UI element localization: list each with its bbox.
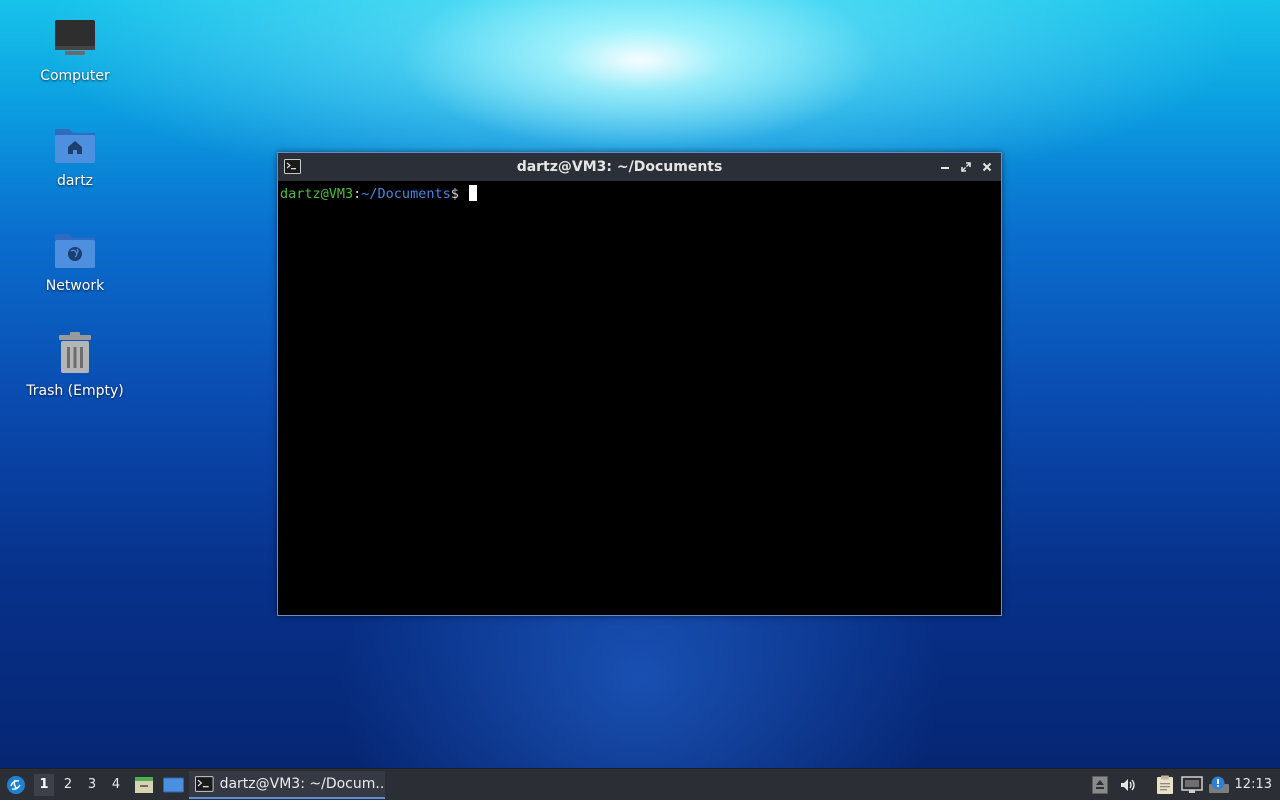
clipboard-button[interactable]	[1153, 769, 1177, 801]
trash-icon	[51, 331, 99, 379]
desktop-icon-label: dartz	[56, 173, 94, 189]
text-cursor	[468, 185, 477, 201]
workspace-3[interactable]: 3	[82, 774, 102, 796]
window-titlebar[interactable]: dartz@VM3: ~/Documents	[278, 153, 1001, 181]
desktop-icon-computer[interactable]: Computer	[20, 16, 130, 84]
desktop-icon-trash[interactable]: Trash (Empty)	[20, 331, 130, 399]
network-button[interactable]	[1180, 769, 1204, 801]
desktop: Computer dartz Network Trash (Empty) dar…	[0, 0, 1280, 768]
file-manager-icon	[135, 777, 153, 793]
eject-button[interactable]	[1089, 769, 1111, 801]
terminal-window[interactable]: dartz@VM3: ~/Documents dartz@VM3:~/Docum…	[277, 152, 1002, 616]
computer-icon	[51, 16, 99, 64]
desktop-icon-label: Network	[45, 278, 105, 294]
prompt-path: ~/Documents	[361, 186, 451, 202]
taskbar-task-terminal[interactable]: dartz@VM3: ~/Docum...	[189, 771, 385, 799]
taskbar: 1 2 3 4 dartz@VM3: ~/Docum... 12:13	[0, 768, 1280, 800]
show-desktop-icon	[162, 777, 184, 793]
volume-button[interactable]	[1116, 769, 1140, 801]
home-folder-icon	[51, 121, 99, 169]
close-button[interactable]	[979, 159, 995, 175]
eject-icon	[1092, 776, 1108, 794]
file-manager-launcher[interactable]	[133, 769, 155, 801]
minimize-button[interactable]	[937, 159, 953, 175]
workspace-4[interactable]: 4	[106, 774, 126, 796]
clock[interactable]: 12:13	[1235, 769, 1272, 801]
desktop-icon-label: Computer	[40, 68, 110, 84]
update-notifier-icon	[1209, 776, 1229, 793]
window-title: dartz@VM3: ~/Documents	[516, 159, 723, 175]
maximize-button[interactable]	[958, 159, 974, 175]
terminal-icon	[195, 776, 214, 792]
desktop-icon-label: Trash (Empty)	[26, 383, 124, 399]
workspace-1[interactable]: 1	[34, 774, 54, 796]
close-icon	[982, 162, 992, 172]
terminal-app-icon[interactable]	[284, 159, 301, 178]
network-status-icon	[1181, 776, 1203, 793]
start-menu-button[interactable]	[4, 769, 28, 801]
show-desktop-button[interactable]	[161, 769, 185, 801]
prompt-user: dartz@VM3	[280, 186, 354, 202]
terminal-output[interactable]: dartz@VM3:~/Documents$	[278, 181, 1001, 615]
task-label: dartz@VM3: ~/Docum...	[219, 776, 385, 792]
prompt-symbol: $	[450, 186, 459, 202]
network-folder-icon	[51, 226, 99, 274]
clipboard-icon	[1157, 775, 1173, 794]
desktop-icon-home[interactable]: dartz	[20, 121, 130, 189]
volume-icon	[1121, 779, 1135, 791]
desktop-icon-network[interactable]: Network	[20, 226, 130, 294]
maximize-icon	[961, 162, 971, 172]
minimize-icon	[941, 167, 949, 169]
updates-button[interactable]	[1207, 769, 1231, 801]
workspace-2[interactable]: 2	[58, 774, 78, 796]
lubuntu-logo-icon	[7, 776, 25, 794]
